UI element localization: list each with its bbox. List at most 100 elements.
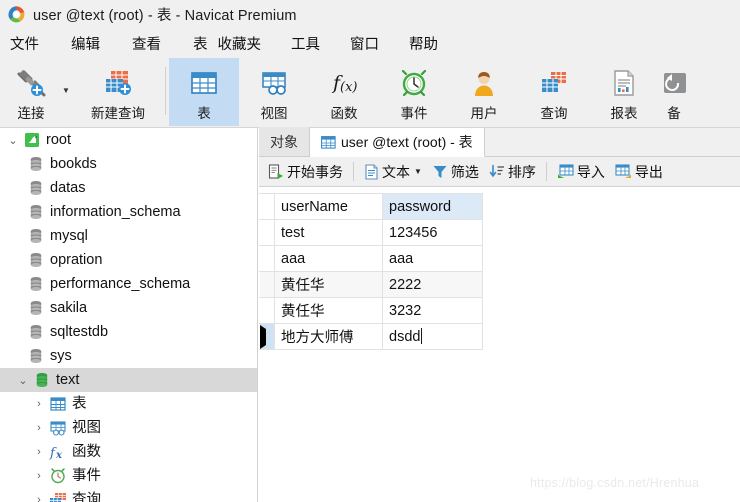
cell-password[interactable]: 123456 <box>382 219 483 246</box>
tree-node-label: 函数 <box>72 443 101 460</box>
grid-toolbar: 开始事务 文本 ▼ 筛选 排序 导入 导出 <box>259 157 740 187</box>
tree-node-views[interactable]: › 视图 <box>0 416 257 440</box>
toolbar-event-button[interactable]: 事件 <box>379 58 449 126</box>
menu-tools[interactable]: 工具 <box>291 30 320 57</box>
tree-node-label: opration <box>50 251 103 268</box>
toolbar-report-button[interactable]: 报表 <box>589 58 659 126</box>
tree-node-mysql[interactable]: mysql <box>0 224 257 248</box>
tree-node-tables[interactable]: › 表 <box>0 392 257 416</box>
svg-text:x: x <box>55 450 63 460</box>
import-button[interactable]: 导入 <box>552 160 610 184</box>
user-person-icon <box>464 66 504 100</box>
toolbar-separator <box>545 162 547 181</box>
function-fx-icon: f x <box>48 444 68 460</box>
tree-node-root[interactable]: ⌄ root <box>0 128 257 152</box>
menu-bar: 文件 编辑 查看 表 收藏夹 工具 窗口 帮助 <box>0 29 740 58</box>
tab-objects-label: 对象 <box>270 133 298 150</box>
menu-file[interactable]: 文件 <box>10 30 39 57</box>
navigation-sidebar[interactable]: ⌄ root bookds datas information_schema m… <box>0 128 258 502</box>
table-row[interactable]: 黄任华 2222 <box>259 271 483 298</box>
toolbar-event-label: 事件 <box>400 106 428 121</box>
toolbar-user-button[interactable]: 用户 <box>449 58 519 126</box>
table-row-current[interactable]: 地方大师傅 dsdd <box>259 323 483 350</box>
main-toolbar: 连接 ▼ 新建查询 表 视图 f (x) 函数 事件 用户 查询 报表 备 <box>0 58 740 128</box>
menu-favorites[interactable]: 收藏夹 <box>218 30 262 57</box>
menu-table[interactable]: 表 <box>193 30 208 57</box>
table-row[interactable]: aaa aaa <box>259 245 483 272</box>
text-view-button[interactable]: 文本 ▼ <box>359 160 427 184</box>
data-grid[interactable]: userName password test 123456 aaa aaa 黄任… <box>259 193 483 350</box>
table-header-row: userName password <box>259 193 483 220</box>
chevron-down-icon[interactable]: ▼ <box>414 167 422 176</box>
query-icon <box>48 492 68 502</box>
chevron-right-icon[interactable]: › <box>30 446 48 458</box>
toolbar-function-button[interactable]: f (x) 函数 <box>309 58 379 126</box>
tree-node-label: performance_schema <box>50 275 191 292</box>
cell-username[interactable]: aaa <box>274 245 383 272</box>
menu-help[interactable]: 帮助 <box>409 30 438 57</box>
connection-dropdown-caret-icon[interactable]: ▼ <box>62 86 74 95</box>
chevron-down-icon[interactable]: ⌄ <box>14 374 32 387</box>
tab-user-table[interactable]: user @text (root) - 表 <box>310 128 485 157</box>
export-button[interactable]: 导出 <box>610 160 668 184</box>
tree-node-sqltestdb[interactable]: sqltestdb <box>0 320 257 344</box>
tree-node-datas[interactable]: datas <box>0 176 257 200</box>
row-gutter[interactable] <box>259 245 275 272</box>
tree-node-label: sakila <box>50 299 88 316</box>
row-gutter[interactable] <box>259 297 275 324</box>
tree-node-bookds[interactable]: bookds <box>0 152 257 176</box>
cell-username[interactable]: 地方大师傅 <box>274 323 383 350</box>
toolbar-user-label: 用户 <box>470 106 498 121</box>
database-gray-icon <box>26 204 46 220</box>
tab-objects[interactable]: 对象 <box>259 127 310 156</box>
chevron-right-icon[interactable]: › <box>30 422 48 434</box>
cell-password-text: dsdd <box>389 329 421 345</box>
cell-username[interactable]: 黄任华 <box>274 271 383 298</box>
chevron-right-icon[interactable]: › <box>30 470 48 482</box>
chevron-right-icon[interactable]: › <box>30 398 48 410</box>
toolbar-query-button[interactable]: 查询 <box>519 58 589 126</box>
tree-node-sys[interactable]: sys <box>0 344 257 368</box>
menu-view[interactable]: 查看 <box>132 30 161 57</box>
column-header-password[interactable]: password <box>382 193 483 220</box>
row-gutter[interactable] <box>259 271 275 298</box>
column-header-username[interactable]: userName <box>274 193 383 220</box>
tree-node-text-database[interactable]: ⌄ text <box>0 368 257 392</box>
tree-node-sakila[interactable]: sakila <box>0 296 257 320</box>
filter-button[interactable]: 筛选 <box>427 160 484 184</box>
toolbar-new-query-button[interactable]: 新建查询 <box>74 58 162 126</box>
data-grid-area[interactable]: userName password test 123456 aaa aaa 黄任… <box>259 187 740 350</box>
begin-transaction-button[interactable]: 开始事务 <box>263 160 348 184</box>
toolbar-view-button[interactable]: 视图 <box>239 58 309 126</box>
table-row[interactable]: 黄任华 3232 <box>259 297 483 324</box>
sort-button[interactable]: 排序 <box>484 160 541 184</box>
menu-edit[interactable]: 编辑 <box>71 30 100 57</box>
menu-window[interactable]: 窗口 <box>350 30 379 57</box>
cell-username[interactable]: test <box>274 219 383 246</box>
cell-password[interactable]: 2222 <box>382 271 483 298</box>
toolbar-backup-button[interactable]: 备 <box>659 58 689 126</box>
row-gutter[interactable] <box>259 219 275 246</box>
toolbar-connection-label: 连接 <box>17 106 45 121</box>
filter-funnel-icon <box>432 164 448 180</box>
event-clock-icon <box>48 468 68 484</box>
tree-node-functions[interactable]: › f x 函数 <box>0 440 257 464</box>
cell-password[interactable]: 3232 <box>382 297 483 324</box>
cell-password-editing[interactable]: dsdd <box>382 323 483 350</box>
chevron-down-icon[interactable]: ⌄ <box>4 134 22 147</box>
tree-node-events[interactable]: › 事件 <box>0 464 257 488</box>
tree-node-queries[interactable]: › 查询 <box>0 488 257 502</box>
tree-node-label: 表 <box>72 395 87 412</box>
text-caret <box>421 328 423 344</box>
cell-password[interactable]: aaa <box>382 245 483 272</box>
table-row[interactable]: test 123456 <box>259 219 483 246</box>
toolbar-connection-button[interactable]: 连接 <box>0 58 62 126</box>
toolbar-table-button[interactable]: 表 <box>169 58 239 126</box>
chevron-right-icon[interactable]: › <box>30 494 48 502</box>
cell-username[interactable]: 黄任华 <box>274 297 383 324</box>
tree-node-opration[interactable]: opration <box>0 248 257 272</box>
row-gutter-current-indicator[interactable] <box>259 323 275 350</box>
tree-node-information-schema[interactable]: information_schema <box>0 200 257 224</box>
tree-node-performance-schema[interactable]: performance_schema <box>0 272 257 296</box>
database-gray-icon <box>26 348 46 364</box>
